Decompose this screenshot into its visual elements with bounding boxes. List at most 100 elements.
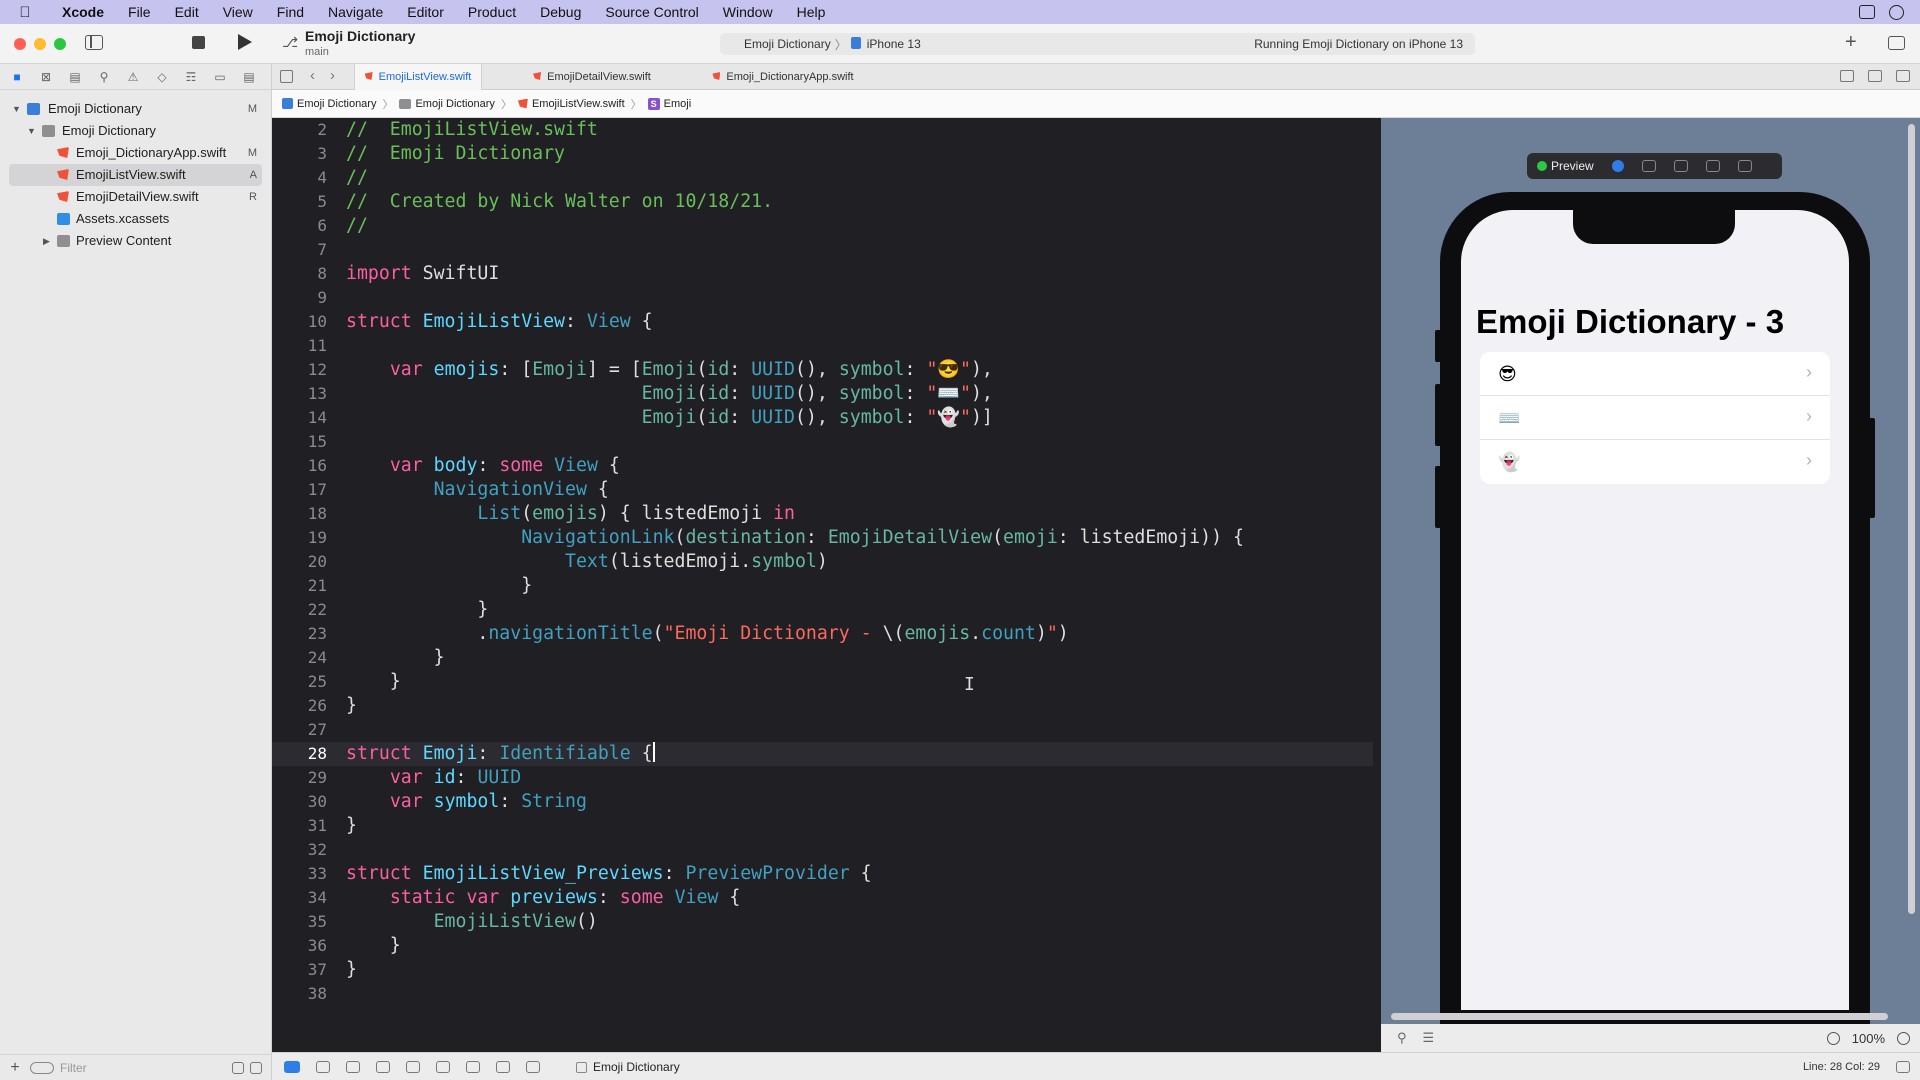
zoom-level[interactable]: 100% xyxy=(1852,1031,1885,1046)
menu-editor[interactable]: Editor xyxy=(395,4,456,20)
zoom-controls: 100% xyxy=(1826,1031,1920,1046)
filter-field[interactable]: Filter xyxy=(30,1061,87,1075)
tree-item-detailview-swift[interactable]: EmojiDetailView.swift R xyxy=(0,186,271,208)
toggle-debug-area-icon[interactable] xyxy=(1896,1061,1910,1073)
code-text: // xyxy=(346,215,368,236)
tab-emojilistview[interactable]: EmojiListView.swift xyxy=(354,64,482,90)
scm-filter-icon[interactable] xyxy=(250,1061,262,1074)
device-selector[interactable]: iPhone 13 xyxy=(850,37,921,51)
zoom-window-button[interactable] xyxy=(54,38,66,50)
zoom-out-icon[interactable] xyxy=(1826,1031,1840,1045)
line-number: 19 xyxy=(307,528,327,547)
menu-xcode[interactable]: Xcode xyxy=(50,4,116,20)
chevron-right-icon[interactable]: ▶ xyxy=(43,230,50,252)
siri-icon[interactable] xyxy=(1889,4,1904,20)
back-icon[interactable]: ‹ xyxy=(310,67,315,84)
pause-icon[interactable] xyxy=(316,1061,330,1073)
jumpbar-project[interactable]: Emoji Dictionary xyxy=(282,98,376,110)
jumpbar-file[interactable]: EmojiListView.swift xyxy=(517,98,625,110)
device-settings-icon[interactable] xyxy=(1705,160,1720,172)
canvas-vertical-scrollbar[interactable] xyxy=(1908,124,1915,914)
tab-emojidetailview[interactable]: EmojiDetailView.swift xyxy=(524,64,660,90)
tree-item-listview-swift[interactable]: EmojiListView.swift A xyxy=(9,164,262,186)
list-item[interactable]: 👻 › xyxy=(1480,440,1830,484)
jumpbar-group[interactable]: Emoji Dictionary xyxy=(399,98,495,110)
folder-icon xyxy=(57,235,70,247)
live-preview-button[interactable]: Preview xyxy=(1537,159,1594,173)
folder-icon[interactable]: ■ xyxy=(9,70,25,84)
code-line: 3 // Emoji Dictionary xyxy=(272,142,1373,166)
editor-options xyxy=(1840,70,1910,82)
menu-file[interactable]: File xyxy=(116,4,163,20)
list-icon[interactable]: ☰ xyxy=(1423,1030,1435,1046)
breakpoints-toggle-icon[interactable] xyxy=(284,1061,300,1073)
menu-find[interactable]: Find xyxy=(265,4,316,20)
view-hierarchy-icon[interactable] xyxy=(436,1061,450,1073)
step-into-icon[interactable] xyxy=(376,1061,390,1073)
chevron-down-icon[interactable]: ▼ xyxy=(12,98,21,120)
source-control-icon[interactable]: ⊠ xyxy=(38,70,54,84)
menu-window[interactable]: Window xyxy=(711,4,785,20)
menu-edit[interactable]: Edit xyxy=(163,4,211,20)
duplicate-preview-icon[interactable] xyxy=(1737,160,1752,172)
close-window-button[interactable] xyxy=(14,38,26,50)
menu-navigate[interactable]: Navigate xyxy=(316,4,395,20)
menu-debug[interactable]: Debug xyxy=(528,4,593,20)
test-icon[interactable]: ◇ xyxy=(154,70,170,84)
toggle-navigator-icon[interactable] xyxy=(85,35,103,50)
tree-item-preview-content[interactable]: ▶ Preview Content xyxy=(0,230,271,252)
tree-item-app-swift[interactable]: Emoji_DictionaryApp.swift M xyxy=(0,142,271,164)
source-editor[interactable]: 2 // EmojiListView.swift 3 // Emoji Dictio… xyxy=(272,118,1373,1052)
memory-graph-icon[interactable] xyxy=(466,1061,480,1073)
live-mode-icon[interactable] xyxy=(1611,160,1624,172)
simulate-location-icon[interactable] xyxy=(526,1061,540,1073)
canvas-horizontal-scrollbar[interactable] xyxy=(1391,1013,1888,1020)
toolbar: ⎇ Emoji Dictionary main Emoji Dictionary… xyxy=(0,24,1920,64)
chevron-down-icon[interactable]: ▼ xyxy=(27,120,36,142)
editor-options-icon[interactable] xyxy=(1868,70,1882,82)
step-out-icon[interactable] xyxy=(406,1061,420,1073)
library-plus-icon[interactable]: + xyxy=(1845,31,1857,54)
tree-item-assets[interactable]: Assets.xcassets xyxy=(0,208,271,230)
control-center-icon[interactable] xyxy=(1859,5,1875,19)
related-items-icon[interactable] xyxy=(280,70,293,83)
selectable-mode-icon[interactable] xyxy=(1641,160,1656,172)
tab-emoji-dictionaryapp[interactable]: Emoji_DictionaryApp.swift xyxy=(700,64,866,90)
report-icon[interactable]: ▤ xyxy=(241,70,257,84)
pin-icon[interactable]: ⚲ xyxy=(1397,1030,1407,1046)
list-item[interactable]: ⌨️ › xyxy=(1480,396,1830,440)
code-review-icon[interactable] xyxy=(1840,70,1854,82)
zoom-in-icon[interactable] xyxy=(1897,1031,1910,1045)
jumpbar-symbol[interactable]: S Emoji xyxy=(647,97,691,110)
filter-placeholder: Filter xyxy=(60,1060,87,1075)
recent-files-icon[interactable] xyxy=(232,1061,244,1074)
minimize-window-button[interactable] xyxy=(34,38,46,50)
menu-view[interactable]: View xyxy=(211,4,265,20)
environment-overrides-icon[interactable] xyxy=(496,1061,510,1073)
menu-source-control[interactable]: Source Control xyxy=(593,4,710,20)
list-item[interactable]: 😎 › xyxy=(1480,352,1830,396)
debug-icon[interactable]: ☶ xyxy=(183,70,199,84)
step-over-icon[interactable] xyxy=(346,1061,360,1073)
add-file-icon[interactable]: + xyxy=(0,1059,30,1077)
apple-menu-icon[interactable]:  xyxy=(0,4,50,21)
line-number: 20 xyxy=(307,552,327,571)
tree-item-group[interactable]: ▼ Emoji Dictionary xyxy=(0,120,271,142)
stop-button[interactable] xyxy=(192,36,205,49)
toggle-inspector-icon[interactable] xyxy=(1888,36,1905,50)
split-editor-icon[interactable] xyxy=(1896,70,1910,82)
run-button[interactable] xyxy=(238,34,252,50)
tree-item-project[interactable]: ▼ Emoji Dictionary M xyxy=(0,98,271,120)
search-icon[interactable]: ⚲ xyxy=(96,70,112,84)
code-text: } xyxy=(346,647,445,668)
menu-product[interactable]: Product xyxy=(456,4,528,20)
symbol-icon[interactable]: ▤ xyxy=(67,70,83,84)
scheme-selector[interactable]: Emoji Dictionary xyxy=(720,37,831,51)
emoji-symbol: ⌨️ xyxy=(1498,408,1521,428)
warning-icon[interactable]: ⚠ xyxy=(125,70,141,84)
debug-target[interactable]: Emoji Dictionary xyxy=(576,1060,680,1074)
variants-icon[interactable] xyxy=(1673,160,1688,172)
forward-icon[interactable]: › xyxy=(330,67,335,84)
breakpoint-icon[interactable]: ▭ xyxy=(212,70,228,84)
menu-help[interactable]: Help xyxy=(785,4,838,20)
